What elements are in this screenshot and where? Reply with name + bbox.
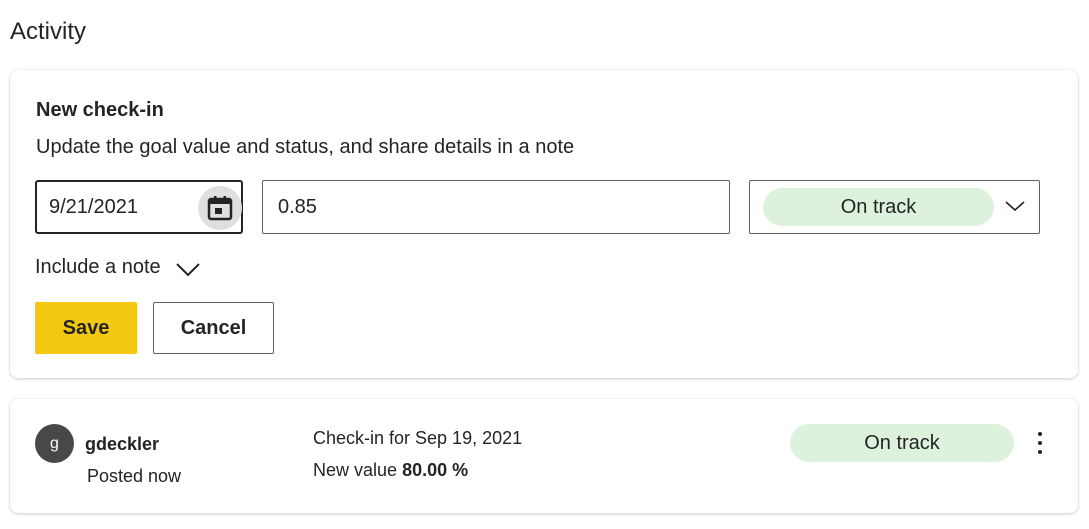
save-button[interactable]: Save [35,302,137,354]
more-vertical-icon [1038,432,1042,436]
calendar-icon [207,196,233,221]
more-options-button[interactable] [1026,426,1054,460]
avatar: g [35,424,74,463]
checkin-date: Check-in for Sep 19, 2021 [313,428,523,448]
activity-item-card: g gdeckler Posted now Check-in for Sep 1… [10,399,1078,513]
new-checkin-card: New check-in Update the goal value and s… [10,70,1078,378]
date-picker-field[interactable]: 9/21/2021 [35,180,243,234]
new-value-label: New value [313,460,398,480]
goal-value[interactable]: 0.85 [278,196,317,219]
status-pill: On track [763,188,994,226]
date-value[interactable]: 9/21/2021 [49,196,138,219]
status-badge: On track [790,424,1014,462]
page-title: Activity [10,18,87,45]
posted-time: Posted now [87,466,182,486]
checkin-description: Update the goal value and status, and sh… [36,136,575,158]
status-dropdown[interactable]: On track [749,180,1040,234]
checkin-title: New check-in [36,99,164,121]
calendar-button[interactable] [198,186,242,230]
new-value-row: New value 80.00 % [313,460,468,481]
include-note-toggle[interactable]: Include a note [35,256,201,279]
user-name: gdeckler [85,434,160,454]
chevron-down-icon [1005,201,1025,212]
cancel-button[interactable]: Cancel [153,302,274,354]
chevron-down-icon [175,262,200,276]
include-note-label: Include a note [35,256,161,278]
goal-value-input[interactable]: 0.85 [262,180,730,234]
new-value: 80.00 % [402,460,469,480]
